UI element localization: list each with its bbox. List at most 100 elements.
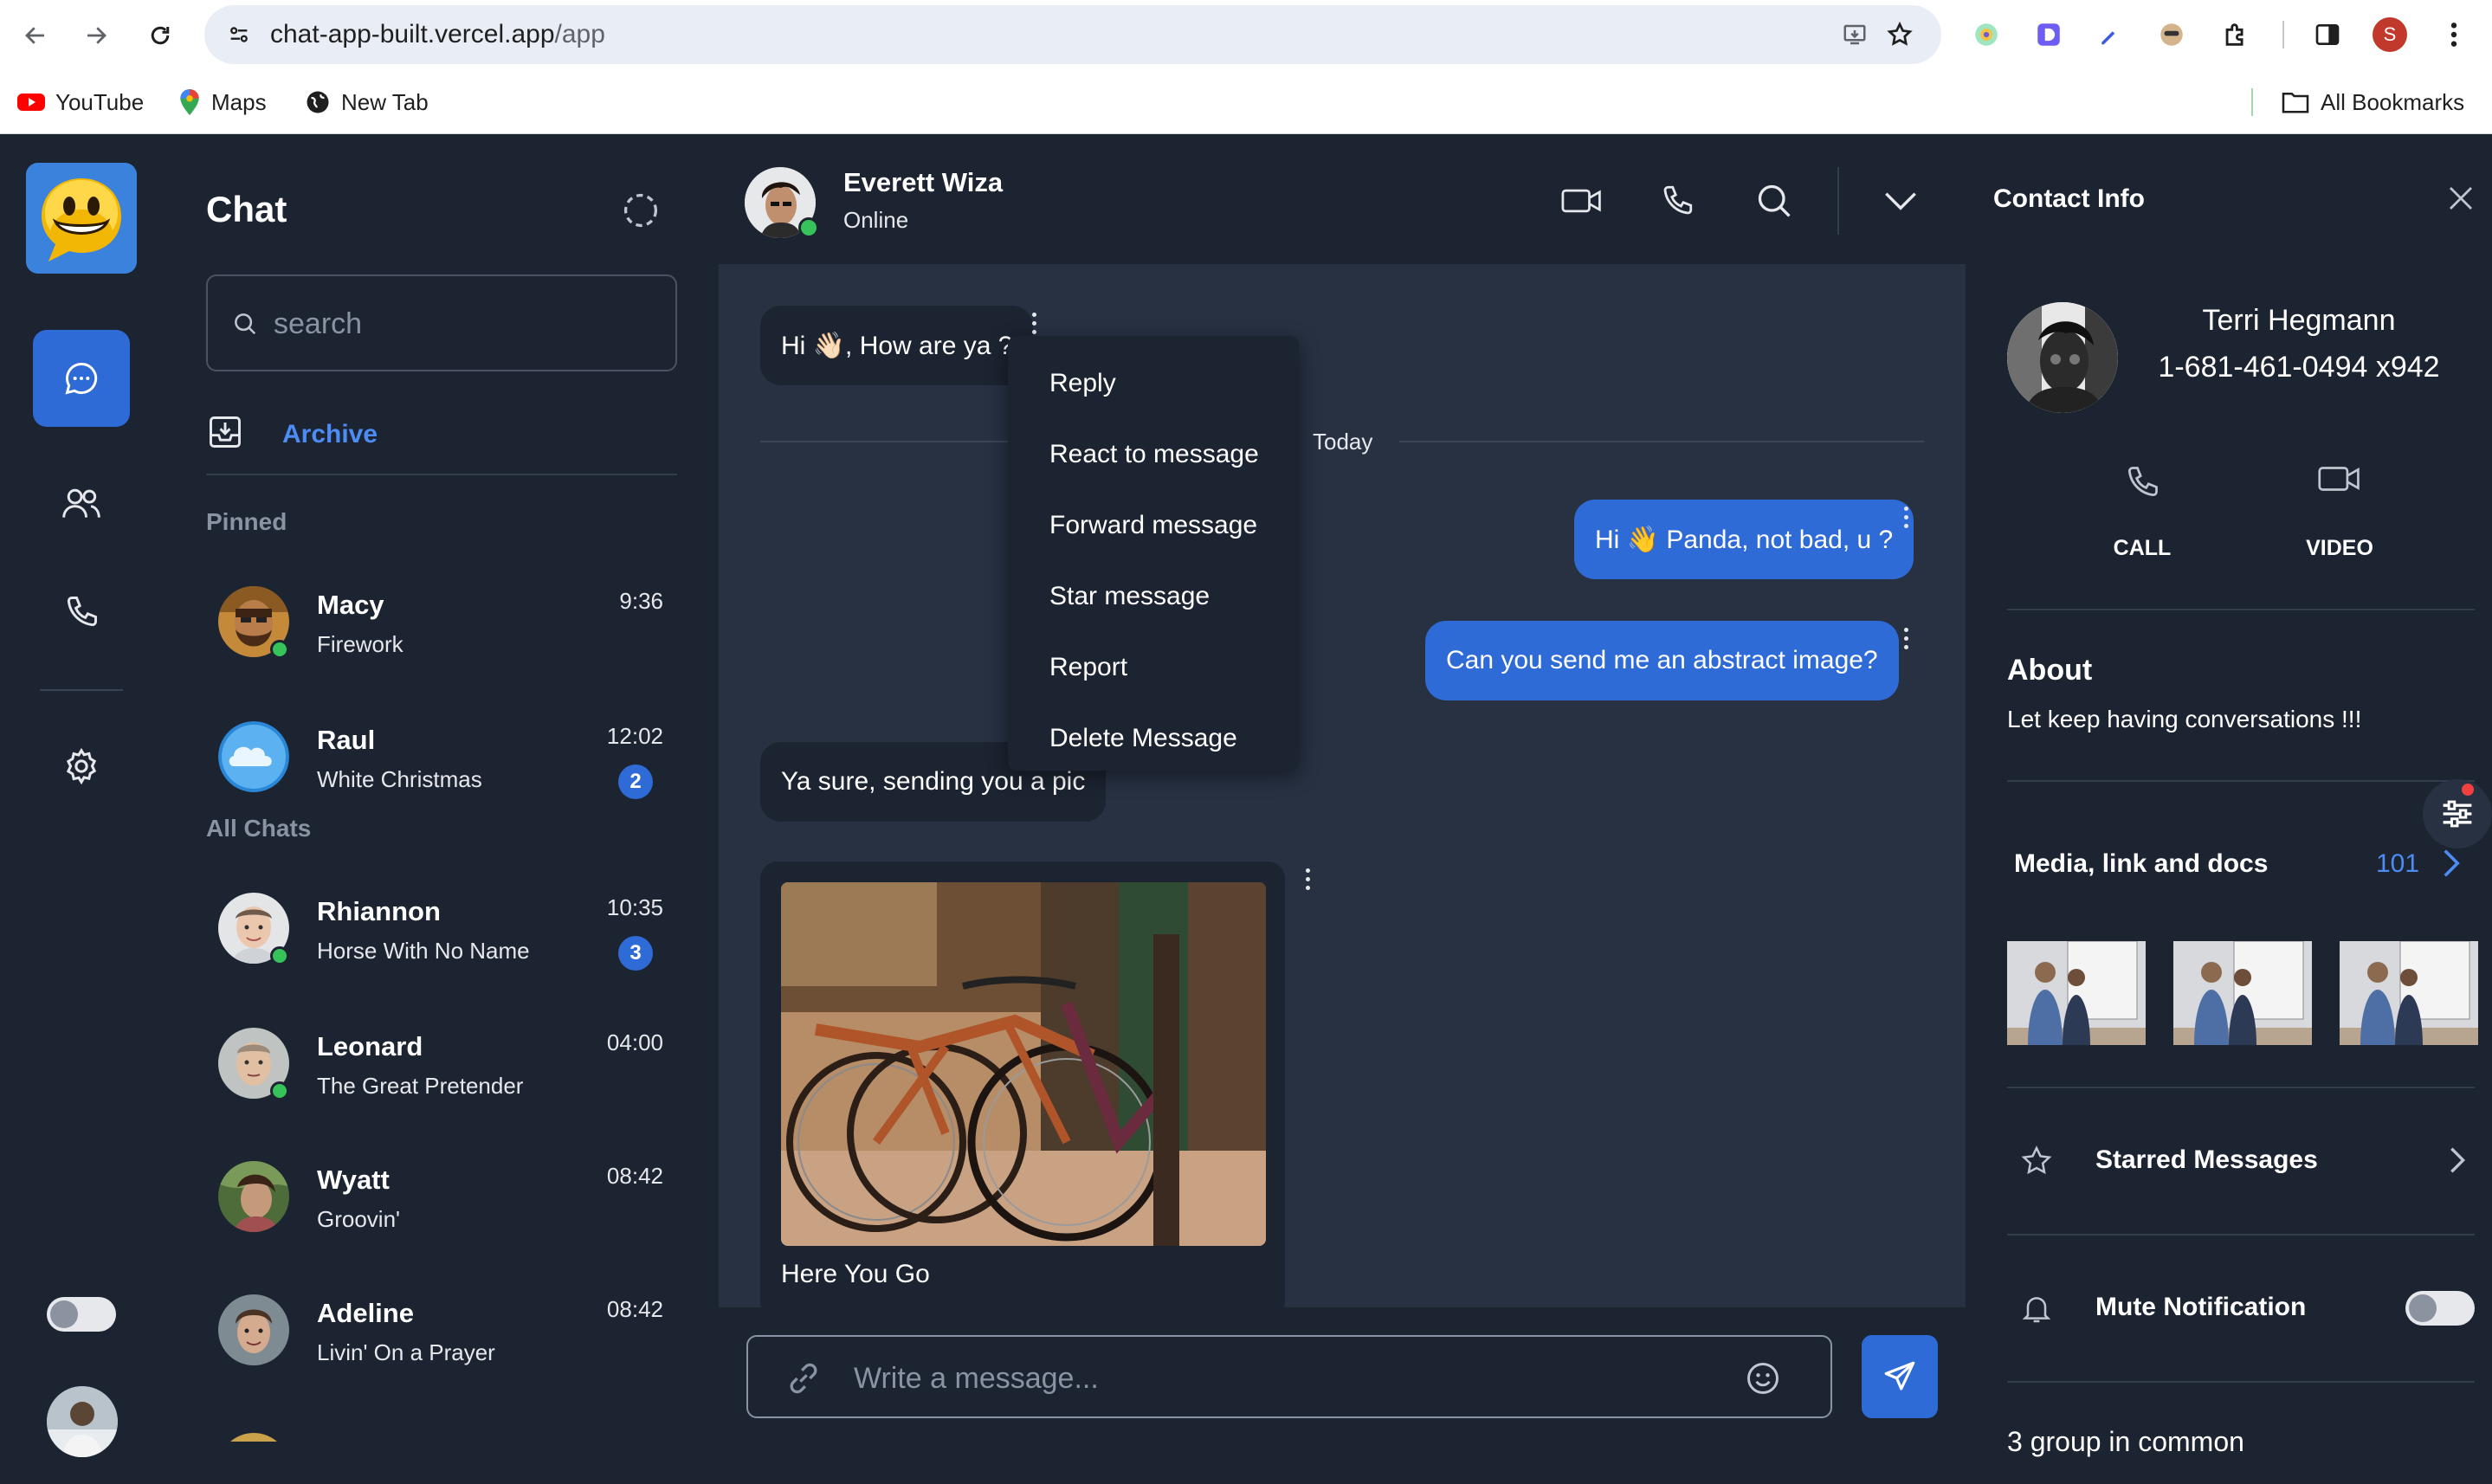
message-incoming[interactable]: Hi 👋🏻, How are ya ? <box>760 306 1034 385</box>
message-input-box[interactable] <box>746 1335 1832 1418</box>
about-title: About <box>2007 654 2093 687</box>
nav-settings-button[interactable] <box>33 718 130 815</box>
call-action-button[interactable]: CALL <box>2073 463 2211 576</box>
browser-chrome: chat-app-built.vercel.app/app S YouTube … <box>0 0 2492 134</box>
voice-call-icon[interactable] <box>1654 177 1701 224</box>
message-image[interactable]: Here You Go <box>760 861 1285 1319</box>
image-attachment[interactable] <box>781 882 1266 1246</box>
message-text: Ya sure, sending you a pic <box>781 767 1086 796</box>
url-path: /app <box>554 20 605 48</box>
chat-name: Macy <box>317 590 384 620</box>
message-composer <box>719 1307 1966 1484</box>
new-status-icon[interactable] <box>622 191 660 229</box>
back-icon[interactable] <box>16 16 55 55</box>
nav-calls-button[interactable] <box>33 564 130 661</box>
archive-row[interactable]: Archive <box>206 410 677 458</box>
unread-badge: 3 <box>618 936 653 971</box>
chat-time: 04:00 <box>606 1029 663 1055</box>
profile-avatar[interactable]: S <box>2371 16 2409 54</box>
theme-toggle[interactable] <box>47 1297 116 1332</box>
forward-icon[interactable] <box>76 16 116 55</box>
video-call-icon[interactable] <box>1559 177 1605 224</box>
close-icon[interactable] <box>2440 177 2482 219</box>
all-chats-label: All Chats <box>206 815 312 842</box>
date-divider-line <box>1399 441 1924 442</box>
video-action-button[interactable]: VIDEO <box>2270 463 2409 576</box>
extension-color-icon[interactable] <box>1967 16 2005 54</box>
extension-d-icon[interactable] <box>2030 16 2068 54</box>
message-outgoing[interactable]: Can you send me an abstract image? <box>1425 621 1899 700</box>
chat-item-rhiannon[interactable]: Rhiannon Horse With No Name 10:35 3 <box>206 877 677 981</box>
message-input[interactable] <box>854 1359 1720 1397</box>
message-options-icon[interactable] <box>1897 621 1914 655</box>
message-outgoing[interactable]: Hi 👋 Panda, not bad, u ? <box>1574 500 1914 579</box>
extension-pen-icon[interactable] <box>2090 16 2128 54</box>
browser-menu-icon[interactable] <box>2435 16 2473 54</box>
extensions-puzzle-icon[interactable] <box>2217 16 2255 54</box>
chat-item-macy[interactable]: Macy Firework 9:36 <box>206 571 677 674</box>
chat-name: Adeline <box>317 1298 414 1328</box>
mute-toggle[interactable] <box>2405 1291 2475 1326</box>
chat-item-wyatt[interactable]: Wyatt Groovin' 08:42 <box>206 1145 677 1249</box>
header-divider <box>1837 167 1839 235</box>
search-input[interactable] <box>274 306 646 342</box>
online-indicator <box>270 946 289 965</box>
filter-settings-button[interactable] <box>2423 779 2492 848</box>
all-bookmarks[interactable]: All Bookmarks <box>2281 85 2464 119</box>
menu-item-reply[interactable]: Reply <box>1049 369 1116 398</box>
contact-status: Online <box>843 207 909 233</box>
nav-chats-button[interactable] <box>33 330 130 427</box>
user-avatar[interactable] <box>47 1386 118 1457</box>
url-text: chat-app-built.vercel.app/app <box>270 20 605 49</box>
chevron-right-icon[interactable] <box>2442 848 2461 879</box>
menu-item-react[interactable]: React to message <box>1049 440 1259 469</box>
chat-item-raul[interactable]: Raul White Christmas 12:02 2 <box>206 706 677 810</box>
bookmark-youtube[interactable]: YouTube <box>17 85 144 119</box>
media-thumbnail[interactable] <box>2007 941 2146 1045</box>
menu-item-forward[interactable]: Forward message <box>1049 511 1257 540</box>
search-box[interactable] <box>206 274 677 371</box>
chat-item-adeline[interactable]: Adeline Livin' On a Prayer 08:42 <box>206 1279 677 1383</box>
avatar <box>218 721 289 792</box>
bookmark-star-icon[interactable] <box>1882 17 1917 52</box>
video-icon <box>2318 463 2361 494</box>
chevron-down-icon[interactable] <box>1877 177 1924 224</box>
message-options-icon[interactable] <box>1299 861 1316 896</box>
site-info-icon[interactable] <box>222 17 256 52</box>
conversation-header: Everett Wiza Online <box>719 134 1966 264</box>
media-thumbnail[interactable] <box>2340 941 2478 1045</box>
install-app-icon[interactable] <box>1837 17 1872 52</box>
contact-phone: 1-681-461-0494 x942 <box>2158 351 2440 384</box>
address-bar[interactable]: chat-app-built.vercel.app/app <box>204 5 1941 64</box>
search-messages-icon[interactable] <box>1751 177 1798 224</box>
divider <box>2007 1381 2475 1383</box>
contact-info-panel: Contact Info Terri Hegmann 1-681-461-049… <box>1966 134 2492 1484</box>
attachment-clip-icon[interactable] <box>784 1359 823 1397</box>
archive-icon <box>206 413 244 451</box>
divider <box>2007 1087 2475 1088</box>
menu-item-delete[interactable]: Delete Message <box>1049 724 1237 753</box>
side-panel-icon[interactable] <box>2308 16 2347 54</box>
chat-time: 08:42 <box>606 1163 663 1189</box>
media-count[interactable]: 101 <box>2376 849 2419 879</box>
contact-avatar-large <box>2007 302 2118 413</box>
message-options-icon[interactable] <box>1025 306 1043 340</box>
chat-name: Rhiannon <box>317 896 441 926</box>
bookmark-new-tab[interactable]: New Tab <box>305 85 429 119</box>
nav-groups-button[interactable] <box>33 455 130 552</box>
chat-item-leonard[interactable]: Leonard The Great Pretender 04:00 <box>206 1012 677 1116</box>
unread-badge: 2 <box>618 765 653 799</box>
send-button[interactable] <box>1862 1335 1938 1418</box>
emoji-icon[interactable] <box>1744 1359 1782 1397</box>
chat-name: Wyatt <box>317 1165 390 1195</box>
url-host: chat-app-built.vercel.app <box>270 20 555 48</box>
menu-item-report[interactable]: Report <box>1049 653 1127 682</box>
starred-messages-row[interactable]: Starred Messages <box>2007 1126 2475 1196</box>
reload-icon[interactable] <box>140 16 180 55</box>
message-options-icon[interactable] <box>1897 500 1914 534</box>
menu-item-star[interactable]: Star message <box>1049 582 1210 611</box>
extension-avatar-icon[interactable] <box>2153 16 2191 54</box>
nav-rail <box>0 134 165 1484</box>
bookmark-maps[interactable]: Maps <box>178 85 267 119</box>
media-thumbnail[interactable] <box>2173 941 2312 1045</box>
